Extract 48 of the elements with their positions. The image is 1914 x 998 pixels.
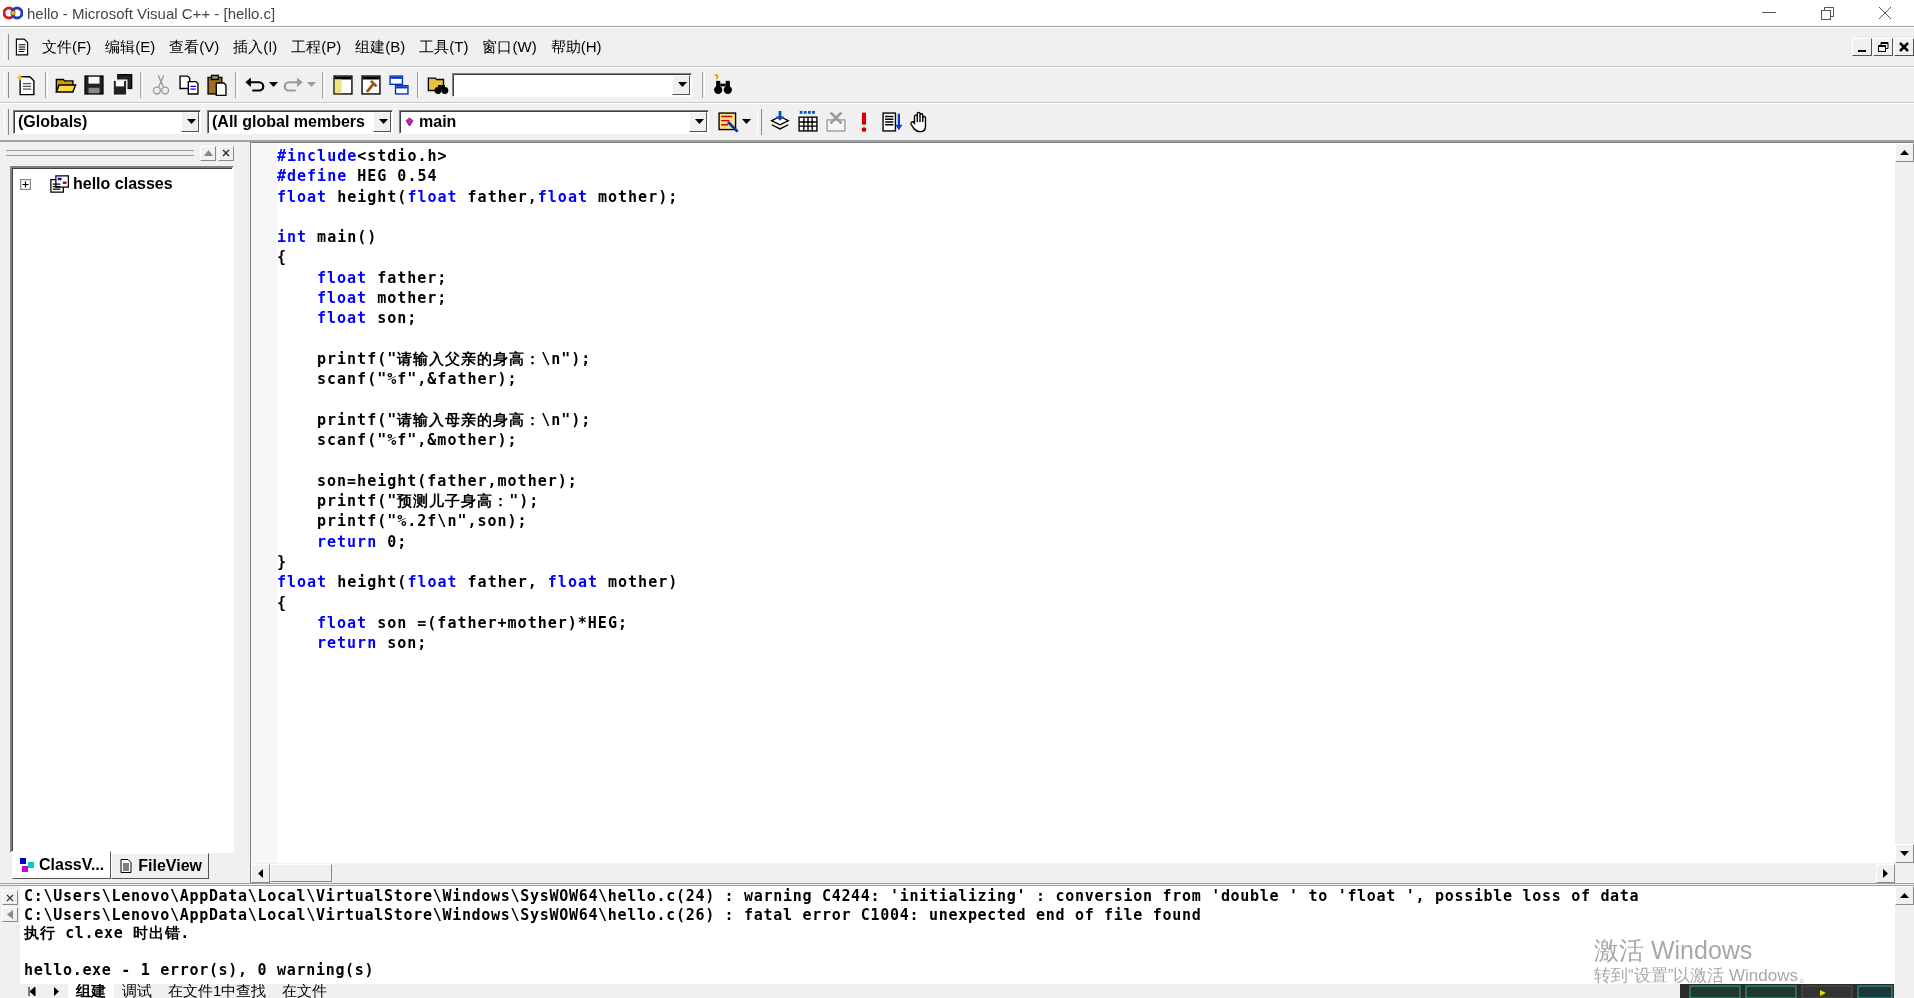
code-line: float son =(father+mother)*HEG; xyxy=(316,612,629,634)
window-title: hello - Microsoft Visual C++ - [hello.c] xyxy=(27,4,277,22)
code-line: float height(float father,float mother); xyxy=(277,186,680,207)
code-line: printf("请输入父亲的身高：\n"); xyxy=(316,348,593,370)
output-tab[interactable]: 在文件 xyxy=(274,984,336,998)
menu-item[interactable]: 编辑(E) xyxy=(98,35,163,59)
code-line: son=height(father,mother); xyxy=(316,470,579,492)
activation-title: 激活 Windows xyxy=(1594,935,1754,965)
output-tab[interactable]: 在文件1中查找 xyxy=(160,984,275,998)
code-line: printf("预测儿子身高："); xyxy=(316,491,541,512)
code-line: #include<stdio.h> xyxy=(277,146,449,167)
menu-item[interactable]: 文件(F) xyxy=(35,35,99,59)
code-line: scanf("%f",&mother); xyxy=(316,430,519,451)
menu-item[interactable]: 工具(T) xyxy=(412,35,476,59)
menu-item[interactable]: 查看(V) xyxy=(162,35,227,59)
output-tab[interactable]: 组建 xyxy=(68,984,114,998)
code-line: #define HEG 0.54 xyxy=(277,166,439,187)
code-line: float mother; xyxy=(316,288,449,309)
tree-item[interactable]: hello classes xyxy=(20,174,224,194)
code-line: scanf("%f",&father); xyxy=(316,369,519,390)
output-line: C:\Users\Lenovo\AppData\Local\VirtualStore\Windows\SysWOW64\hello.c(26) : fatal error C1004: unexpected end of file found xyxy=(24,905,1202,924)
code-line: { xyxy=(277,247,289,268)
code-line: printf("%.2f\n",son); xyxy=(316,511,529,532)
workspace-tab[interactable]: ClassV... xyxy=(12,851,112,879)
workspace-tab[interactable]: FileView xyxy=(111,853,209,879)
filter-combo[interactable]: (All global members xyxy=(207,110,393,134)
code-line: return son; xyxy=(316,633,429,654)
tree-label: hello classes xyxy=(73,175,173,193)
code-line: int main() xyxy=(277,227,379,248)
activation-hint: 转到“设置”以激活 Windows。 xyxy=(1594,965,1815,987)
menu-item[interactable]: 工程(P) xyxy=(284,35,349,59)
code-line: printf("请输入母亲的身高：\n"); xyxy=(316,409,593,431)
menu-item[interactable]: 组建(B) xyxy=(348,35,413,59)
code-line: float height(float father, float mother) xyxy=(277,572,680,593)
code-line: return 0; xyxy=(316,531,409,552)
menu-item[interactable]: 窗口(W) xyxy=(475,35,544,59)
output-tab[interactable]: 调试 xyxy=(114,984,160,998)
class-combo[interactable]: (Globals) xyxy=(13,110,201,134)
member-combo[interactable]: main xyxy=(399,110,709,134)
code-line: { xyxy=(277,592,289,613)
output-line: 执行 cl.exe 时出错. xyxy=(24,924,191,943)
code-line: float father; xyxy=(316,267,449,289)
menu-item[interactable]: 帮助(H) xyxy=(543,35,609,59)
menu-item[interactable]: 插入(I) xyxy=(226,35,285,59)
code-line: float son; xyxy=(316,308,419,329)
output-line: C:\Users\Lenovo\AppData\Local\VirtualStore\Windows\SysWOW64\hello.c(24) : warning C4244: 'initializing' : conversion from 'double ' to 'float ', possible loss of data xyxy=(24,887,1640,906)
output-line: hello.exe - 1 error(s), 0 warning(s) xyxy=(24,961,375,980)
code-line: } xyxy=(277,551,289,573)
